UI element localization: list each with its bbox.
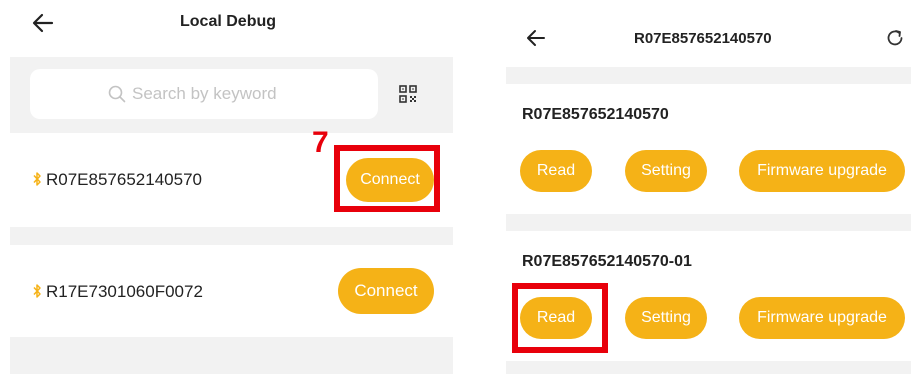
search-icon bbox=[108, 85, 126, 103]
device-title: R07E857652140570 bbox=[522, 106, 669, 123]
step-number: 7 bbox=[312, 126, 329, 159]
device-detail-screen: R07E857652140570 R07E857652140570 Read S… bbox=[506, 0, 911, 374]
device-title: R07E857652140570-01 bbox=[522, 253, 692, 270]
separator bbox=[506, 214, 911, 231]
bottom-area bbox=[10, 337, 453, 374]
firmware-upgrade-button[interactable]: Firmware upgrade bbox=[739, 297, 905, 339]
local-debug-screen: Local Debug R07E857652140570 Connect 7 bbox=[10, 0, 453, 374]
page-title: R07E857652140570 bbox=[634, 30, 772, 47]
highlight-box bbox=[512, 283, 608, 353]
connect-button[interactable]: Connect bbox=[338, 268, 434, 314]
separator bbox=[506, 67, 911, 84]
device-name: R17E7301060F0072 bbox=[46, 282, 203, 301]
setting-button[interactable]: Setting bbox=[625, 150, 707, 192]
highlight-box bbox=[334, 145, 440, 212]
search-field[interactable] bbox=[30, 69, 378, 119]
device-name: R07E857652140570 bbox=[46, 170, 202, 189]
separator bbox=[10, 227, 453, 245]
bluetooth-icon bbox=[33, 172, 41, 186]
read-button[interactable]: Read bbox=[520, 150, 592, 192]
bluetooth-icon bbox=[33, 284, 41, 298]
page-title: Local Debug bbox=[180, 13, 277, 30]
refresh-icon[interactable] bbox=[886, 29, 904, 47]
back-arrow-icon[interactable] bbox=[32, 12, 54, 34]
bottom-area bbox=[506, 361, 911, 374]
qr-scan-icon[interactable] bbox=[399, 85, 417, 103]
firmware-upgrade-button[interactable]: Firmware upgrade bbox=[739, 150, 905, 192]
back-arrow-icon[interactable] bbox=[526, 28, 546, 48]
setting-button[interactable]: Setting bbox=[625, 297, 707, 339]
search-input[interactable] bbox=[132, 84, 300, 104]
